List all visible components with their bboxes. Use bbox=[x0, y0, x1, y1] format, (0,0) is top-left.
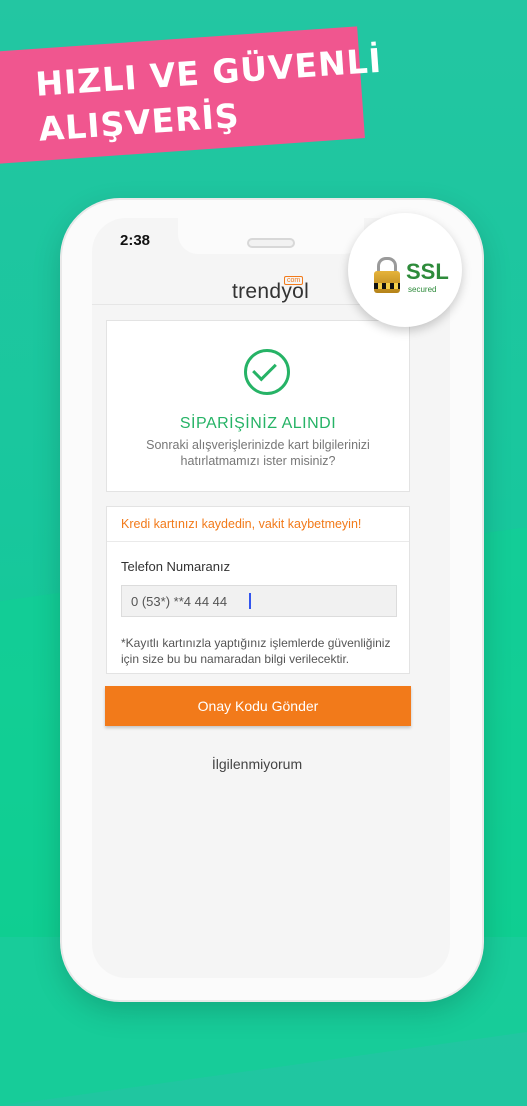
order-success-card: SİPARİŞİNİZ ALINDI Sonraki alışverişleri… bbox=[106, 320, 410, 492]
speaker bbox=[247, 238, 295, 248]
phone-number-input[interactable] bbox=[121, 585, 397, 617]
lock-body bbox=[374, 271, 400, 293]
checkmark-icon bbox=[244, 349, 290, 395]
status-time: 2:38 bbox=[120, 232, 151, 249]
lock-stripe bbox=[374, 283, 400, 289]
save-card-promo: Kredi kartınızı kaydedin, vakit kaybetme… bbox=[121, 517, 362, 531]
notch bbox=[178, 218, 364, 254]
security-note: *Kayıtlı kartınızla yaptığınız işlemlerd… bbox=[121, 636, 391, 666]
save-card-panel: Kredi kartınızı kaydedin, vakit kaybetme… bbox=[106, 506, 410, 674]
logo-suffix: com bbox=[284, 276, 304, 285]
promo-divider bbox=[107, 541, 409, 542]
ssl-badge: SSL secured bbox=[348, 213, 462, 327]
order-success-subtitle: Sonraki alışverişlerinizde kart bilgiler… bbox=[146, 438, 370, 468]
phone-number-label: Telefon Numaranız bbox=[121, 559, 231, 574]
order-success-title: SİPARİŞİNİZ ALINDI bbox=[179, 415, 337, 432]
ssl-subtitle: secured bbox=[408, 285, 437, 294]
ssl-title: SSL bbox=[406, 259, 449, 284]
not-interested-link[interactable]: İlgilenmiyorum bbox=[92, 756, 422, 772]
send-code-button[interactable]: Onay Kodu Gönder bbox=[105, 686, 411, 726]
text-cursor bbox=[249, 593, 251, 609]
phone-screen: 2:38 trendyol com SİPARİŞİNİZ ALINDI Son… bbox=[92, 218, 450, 978]
